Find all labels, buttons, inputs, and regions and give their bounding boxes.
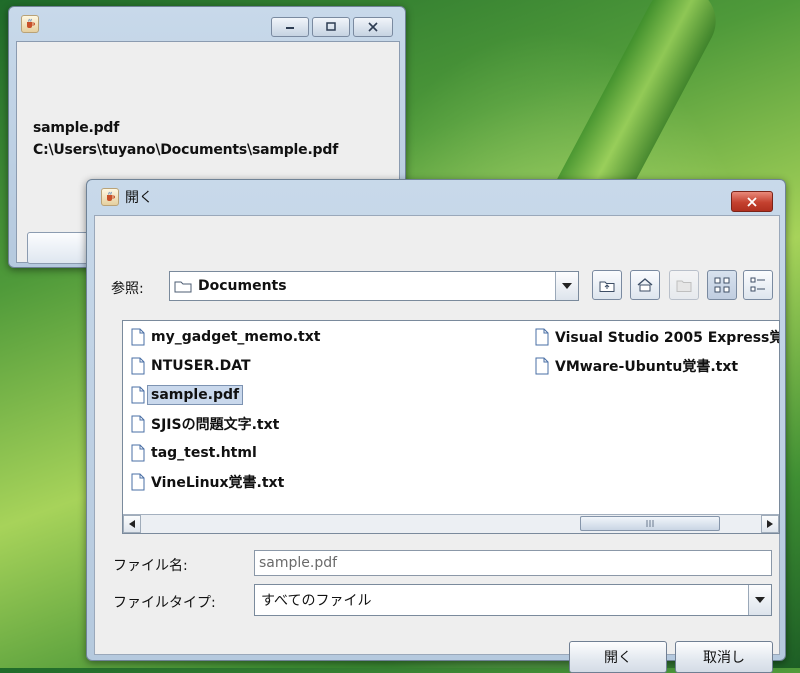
minimize-button[interactable] [271,17,309,37]
chevron-down-icon [755,597,765,603]
close-button-main[interactable] [353,17,393,37]
dialog-title: 開く [125,190,153,206]
close-icon [368,22,378,32]
file-name: NTUSER.DAT [151,358,251,374]
filetype-value: すべてのファイル [261,593,372,609]
open-dialog: 開く 参照: Documents my_gadget_memo.txt NTUS… [86,179,786,673]
file-name: SJISの問題文字.txt [151,417,280,433]
file-name: Visual Studio 2005 Express覚 [555,330,780,346]
look-in-value: Documents [198,278,287,294]
file-item[interactable]: my_gadget_memo.txt [131,325,320,349]
horizontal-scrollbar[interactable] [123,514,779,533]
document-icon [131,415,145,433]
scroll-right-button[interactable] [761,515,779,533]
look-in-dropdown-arrow[interactable] [555,272,578,300]
folder-icon [174,281,192,293]
new-folder-icon [676,280,692,292]
document-icon [131,357,145,375]
look-in-combo[interactable]: Documents [169,271,579,301]
document-icon [535,328,549,346]
filetype-combo[interactable]: すべてのファイル [254,584,772,616]
file-item[interactable]: SJISの問題文字.txt [131,412,279,436]
file-item[interactable]: tag_test.html [131,441,257,465]
file-item[interactable]: VineLinux覚書.txt [131,470,284,494]
up-folder-icon [599,281,615,292]
dialog-titlebar[interactable]: 開く [87,180,785,214]
close-icon [747,196,757,207]
scrollbar-thumb[interactable] [580,516,720,531]
file-item-selected[interactable]: sample.pdf [131,383,244,407]
java-cup-icon [21,15,39,33]
filetype-dropdown-arrow[interactable] [748,585,771,615]
grip-icon [646,520,654,527]
home-icon [637,278,653,292]
file-name: VMware-Ubuntu覚書.txt [555,359,739,375]
list-view-icon [714,277,730,293]
selected-filename: sample.pdf [33,120,120,136]
minimize-icon [286,27,294,29]
file-item[interactable]: VMware-Ubuntu覚書.txt [535,354,738,378]
file-name: VineLinux覚書.txt [151,475,285,491]
selected-filepath: C:\Users\tuyano\Documents\sample.pdf [33,142,339,158]
file-list[interactable]: my_gadget_memo.txt NTUSER.DAT sample.pdf… [122,320,780,534]
open-button[interactable]: 開く [569,641,667,673]
arrow-left-icon [129,520,135,528]
file-name: tag_test.html [151,445,257,461]
cancel-button[interactable]: 取消し [675,641,773,673]
scroll-left-button[interactable] [123,515,141,533]
look-in-label: 参照: [111,281,144,297]
file-item[interactable]: NTUSER.DAT [131,354,251,378]
document-icon [535,357,549,375]
list-view-button[interactable] [707,270,737,300]
details-view-button[interactable] [743,270,773,300]
maximize-icon [326,22,336,31]
chevron-down-icon [562,283,572,289]
filename-input[interactable] [254,550,772,576]
java-cup-icon [101,188,119,206]
filetype-label: ファイルタイプ: [113,595,216,611]
dialog-close-button[interactable] [731,191,773,212]
document-icon [131,444,145,462]
maximize-button[interactable] [312,17,350,37]
document-icon [131,473,145,491]
document-icon [131,386,145,404]
home-button[interactable] [630,270,660,300]
filename-label: ファイル名: [113,558,188,574]
dialog-client-area: 参照: Documents my_gadget_memo.txt NTUSER.… [94,215,780,673]
new-folder-button[interactable] [669,270,699,300]
arrow-right-icon [767,520,773,528]
file-name: sample.pdf [147,385,244,405]
file-name: my_gadget_memo.txt [151,329,321,345]
document-icon [131,328,145,346]
details-view-icon [750,277,765,292]
file-item[interactable]: Visual Studio 2005 Express覚 [535,325,780,349]
up-folder-button[interactable] [592,270,622,300]
